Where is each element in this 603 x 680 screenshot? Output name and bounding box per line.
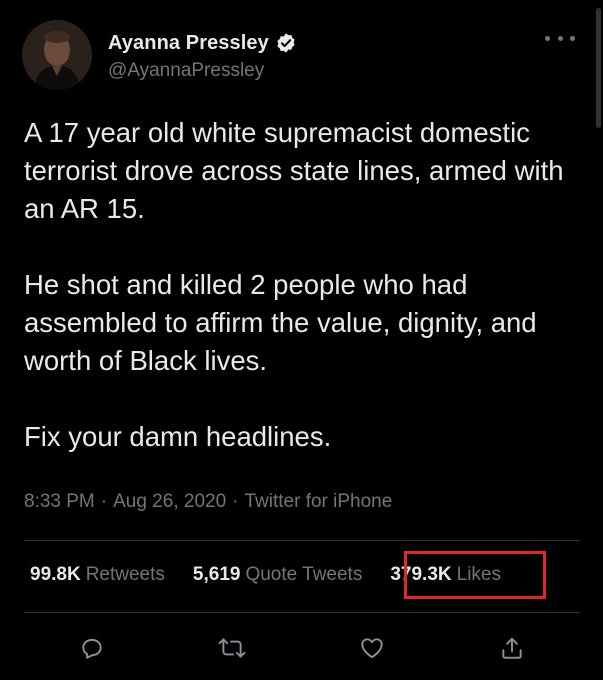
profile-photo-icon	[22, 20, 92, 90]
author-handle[interactable]: @AyannaPressley	[108, 60, 297, 82]
tweet-text: A 17 year old white supremacist domestic…	[24, 114, 584, 456]
author-display-name[interactable]: Ayanna Pressley	[108, 32, 269, 55]
author-block: Ayanna Pressley @AyannaPressley	[108, 30, 297, 82]
likes-highlight-box	[404, 551, 546, 599]
like-icon[interactable]	[354, 630, 390, 666]
action-bar	[0, 626, 603, 670]
divider	[24, 540, 580, 541]
scrollbar[interactable]	[596, 8, 601, 128]
quotes-label: Quote Tweets	[245, 564, 363, 585]
tweet-meta: 8:33 PM · Aug 26, 2020 · Twitter for iPhone	[24, 491, 392, 513]
reply-icon[interactable]	[74, 630, 110, 666]
tweet-time[interactable]: 8:33 PM	[24, 491, 95, 512]
tweet-date[interactable]: Aug 26, 2020	[113, 491, 226, 512]
tweet-source[interactable]: Twitter for iPhone	[244, 491, 392, 512]
meta-separator: ·	[232, 491, 239, 512]
more-options-icon[interactable]	[545, 28, 575, 48]
tweet-paragraph: A 17 year old white supremacist domestic…	[24, 117, 564, 224]
tweet-paragraph: He shot and killed 2 people who had asse…	[24, 269, 537, 376]
quotes-count: 5,619	[192, 564, 241, 585]
share-icon[interactable]	[494, 630, 530, 666]
retweet-icon[interactable]	[214, 630, 250, 666]
tweet-paragraph: Fix your damn headlines.	[24, 421, 332, 452]
tweet-detail: Ayanna Pressley @AyannaPressley A 17 yea…	[0, 0, 603, 680]
meta-separator: ·	[100, 491, 108, 512]
retweets-stat[interactable]: 99.8K Retweets	[30, 564, 165, 586]
verified-badge-icon	[275, 32, 297, 54]
retweets-count: 99.8K	[30, 564, 81, 585]
divider	[24, 612, 580, 613]
retweets-label: Retweets	[85, 564, 165, 585]
avatar[interactable]	[22, 20, 92, 90]
quote-tweets-stat[interactable]: 5,619 Quote Tweets	[193, 564, 362, 586]
